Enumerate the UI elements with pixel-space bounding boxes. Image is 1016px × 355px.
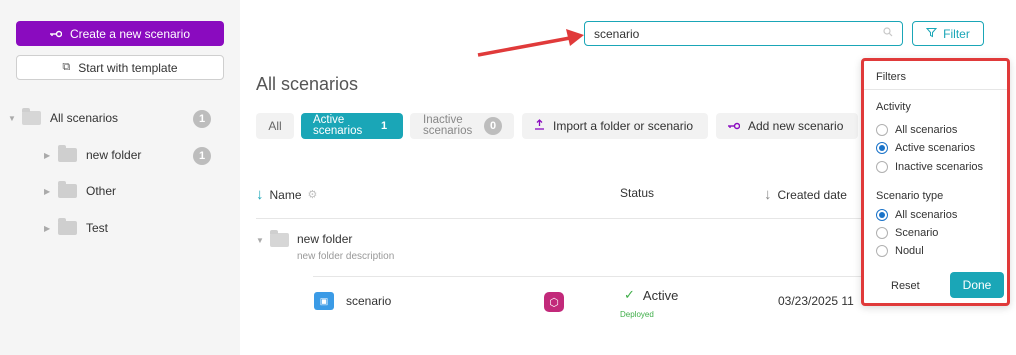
radio-label: All scenarios [895,209,958,221]
tree-item-label: new folder [86,148,142,162]
folder-name[interactable]: new folder [297,232,352,246]
chip-all[interactable]: All [256,113,294,139]
filters-title: Filters [876,71,906,83]
radio-type-all[interactable]: All scenarios [876,209,957,221]
tree-item-new-folder[interactable]: ▶ new folder [44,145,142,162]
status-label: Active [642,287,679,303]
column-name-label: Name [269,187,302,202]
column-created-label: Created date [777,187,847,202]
radio-checked-icon [876,209,888,221]
tree-item-label: Test [86,221,109,235]
import-button[interactable]: Import a folder or scenario [522,113,708,139]
folder-icon [58,218,77,235]
radio-checked-icon [876,142,888,154]
column-header-status[interactable]: Status [620,186,654,200]
create-scenario-label: Create a new scenario [69,26,191,41]
search-icon [883,27,893,40]
template-icon: ⧉ [62,61,71,73]
annotation-arrow-icon [477,29,584,57]
divider [864,89,1007,90]
folder-open-icon [22,108,41,125]
tree-item-all-scenarios[interactable]: ▼ All scenarios [8,108,119,125]
search-input[interactable]: scenario [584,21,903,46]
radio-type-nodul[interactable]: Nodul [876,245,924,257]
folder-icon [58,181,77,198]
chip-all-label: All [268,119,282,133]
divider [313,276,861,277]
chevron-right-icon: ▶ [44,223,51,233]
scenario-icon: ▣ [314,292,334,310]
filters-popover: Filters Activity All scenarios Active sc… [861,58,1010,306]
chevron-down-icon: ▼ [256,235,264,245]
chip-inactive-scenarios[interactable]: Inactive scenarios 0 [410,113,514,139]
count-badge: 1 [193,110,211,128]
activity-section-label: Activity [876,101,911,113]
key-icon [728,119,741,133]
inactive-count-badge: 0 [484,117,502,135]
radio-icon [876,124,888,136]
radio-label: Nodul [895,245,924,257]
chip-active-scenarios[interactable]: Active scenarios 1 [301,113,403,139]
folder-row[interactable]: ▼ [256,230,289,247]
chevron-right-icon: ▶ [44,186,51,196]
tree-item-label: All scenarios [50,111,119,125]
filter-label: Filter [943,26,970,41]
filter-icon [926,27,938,41]
done-button[interactable]: Done [950,272,1004,298]
status-deployed: Deployed [620,310,654,319]
tree-item-label: Other [86,184,117,198]
radio-icon [876,227,888,239]
chevron-right-icon: ▶ [44,150,51,160]
column-header-created[interactable]: ↓ Created date [764,186,847,203]
reset-button[interactable]: Reset [891,280,920,292]
folder-icon [58,145,77,162]
radio-label: Active scenarios [895,142,976,154]
page-title: All scenarios [256,74,359,94]
radio-activity-active[interactable]: Active scenarios [876,142,975,154]
column-header-name[interactable]: ↓ Name ⚙ [256,186,317,203]
chip-inactive-label: Inactive scenarios [423,114,473,137]
sidebar: Create a new scenario ⧉ Start with templ… [0,0,240,355]
key-icon [49,27,63,41]
start-template-label: Start with template [78,60,178,75]
chevron-down-icon: ▼ [8,113,16,123]
radio-activity-all[interactable]: All scenarios [876,124,957,136]
add-scenario-button[interactable]: Add new scenario [716,113,858,139]
import-label: Import a folder or scenario [553,119,694,133]
type-section-label: Scenario type [876,190,944,202]
start-template-button[interactable]: ⧉ Start with template [16,55,224,80]
add-scenario-label: Add new scenario [748,119,844,133]
radio-label: All scenarios [895,124,958,136]
deployment-icon[interactable]: ⬡ [544,292,564,312]
status-active: ✓ Active [624,287,678,303]
folder-description: new folder description [297,251,395,262]
create-scenario-button[interactable]: Create a new scenario [16,21,224,46]
count-badge: 1 [193,147,211,165]
radio-type-scenario[interactable]: Scenario [876,227,938,239]
chip-active-label: Active scenarios [313,114,363,137]
search-value: scenario [594,26,640,41]
radio-activity-inactive[interactable]: Inactive scenarios [876,161,983,173]
folder-open-icon [270,230,289,247]
filter-button[interactable]: Filter [912,21,984,46]
radio-label: Scenario [895,227,939,239]
tree-item-test[interactable]: ▶ Test [44,218,109,235]
divider [256,218,861,219]
column-status-label: Status [620,186,655,200]
radio-icon [876,161,888,173]
active-count-badge: 1 [380,120,388,132]
tree-item-other[interactable]: ▶ Other [44,181,117,198]
radio-label: Inactive scenarios [895,161,984,173]
gear-icon[interactable]: ⚙ [308,188,318,201]
upload-icon [534,119,545,133]
radio-icon [876,245,888,257]
sort-arrow-icon: ↓ [764,186,772,203]
sort-arrow-icon: ↓ [256,186,264,203]
scenario-name[interactable]: scenario [346,294,391,308]
check-icon: ✓ [624,287,635,302]
created-date: 03/23/2025 11 [778,294,854,308]
